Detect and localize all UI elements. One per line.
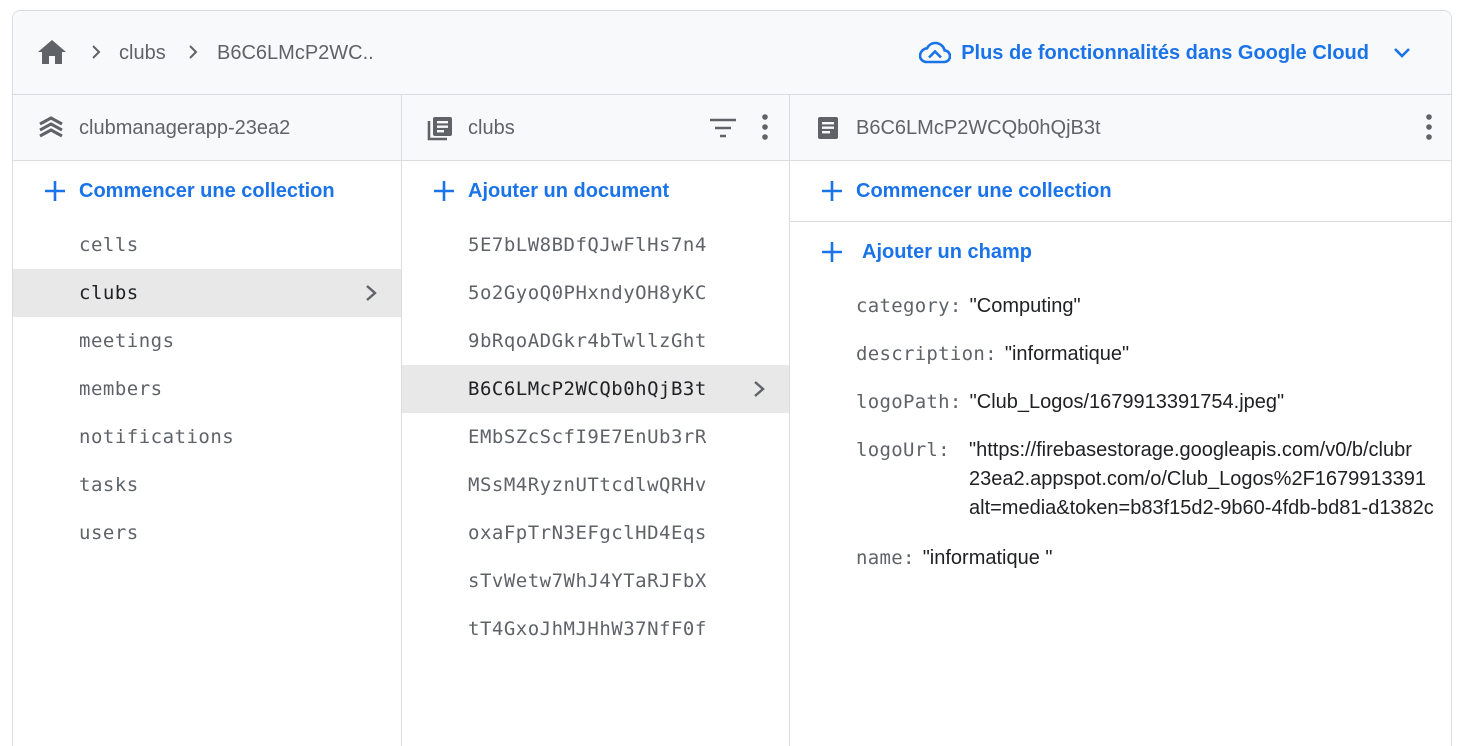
- list-item-label: notifications: [79, 426, 235, 448]
- field-key: name:: [856, 547, 915, 569]
- collection-item-users[interactable]: users: [13, 509, 401, 557]
- start-collection-label: Commencer une collection: [79, 179, 335, 202]
- field-logourl[interactable]: logoUrl:: [856, 439, 950, 462]
- plus-icon: [822, 181, 842, 201]
- breadcrumb-item-document[interactable]: B6C6LMcP2WC..: [217, 42, 374, 65]
- list-item-label: cells: [79, 234, 139, 256]
- logourl-line: "https://firebasestorage.googleapis.com/…: [969, 439, 1412, 461]
- collection-icon: [427, 117, 452, 141]
- project-title: clubmanagerapp-23ea2: [79, 117, 291, 139]
- logourl-line: alt=media&token=b83f15d2-9b60-4fdb-bd81-…: [969, 497, 1434, 519]
- list-item-label: members: [79, 378, 163, 400]
- list-item-label: oxaFpTrN3EFgclHD4Eqs: [468, 522, 707, 544]
- google-cloud-link[interactable]: Plus de fonctionnalités dans Google Clou…: [919, 37, 1413, 69]
- top-bar: clubs B6C6LMcP2WC.. Plus de fonctionnali…: [13, 11, 1451, 95]
- chevron-right-icon: [754, 381, 765, 397]
- document-panel-header: B6C6LMcP2WCQb0hQjB3t: [790, 95, 1451, 161]
- field-key: description:: [856, 343, 997, 365]
- logourl-value: "https://firebasestorage.googleapis.com/…: [969, 436, 1434, 523]
- collection-item-tasks[interactable]: tasks: [13, 461, 401, 509]
- firestore-stack-icon: [39, 116, 63, 138]
- list-item-label: users: [79, 522, 139, 544]
- list-item-label: 5o2GyoQ0PHxndyOH8yKC: [468, 282, 707, 304]
- chevron-down-icon[interactable]: [1391, 42, 1413, 64]
- list-item-label: meetings: [79, 330, 175, 352]
- document-panel: B6C6LMcP2WCQb0hQjB3t Commencer une colle…: [790, 95, 1451, 746]
- collection-item-clubs[interactable]: clubs: [13, 269, 401, 317]
- field-key: logoPath:: [856, 391, 962, 413]
- list-item-label: 9bRqoADGkr4bTwllzGht: [468, 330, 707, 352]
- document-title: B6C6LMcP2WCQb0hQjB3t: [856, 117, 1101, 139]
- logourl-line: 23ea2.appspot.com/o/Club_Logos%2F1679913…: [969, 468, 1427, 490]
- field-key: logoUrl:: [856, 439, 950, 461]
- list-item-label: 5E7bLW8BDfQJwFlHs7n4: [468, 234, 707, 256]
- field-value: "Club_Logos/1679913391754.jpeg": [969, 391, 1285, 413]
- root-panel-header: clubmanagerapp-23ea2: [13, 95, 401, 161]
- document-item[interactable]: 9bRqoADGkr4bTwllzGht: [402, 317, 789, 365]
- start-collection-button[interactable]: Commencer une collection: [13, 161, 401, 221]
- collection-item-cells[interactable]: cells: [13, 221, 401, 269]
- add-field-label: Ajouter un champ: [862, 240, 1033, 263]
- plus-icon: [434, 181, 454, 201]
- field-value: "Computing": [969, 295, 1081, 317]
- cloud-icon: [919, 41, 952, 64]
- document-item[interactable]: tT4GxoJhMJHhW37NfF0f: [402, 605, 789, 653]
- add-document-label: Ajouter un document: [468, 179, 670, 202]
- document-item[interactable]: 5E7bLW8BDfQJwFlHs7n4: [402, 221, 789, 269]
- plus-icon: [822, 242, 842, 262]
- list-item-label: B6C6LMcP2WCQb0hQjB3t: [468, 378, 707, 400]
- field-key: category:: [856, 295, 962, 317]
- filter-icon[interactable]: [709, 116, 737, 140]
- collection-item-meetings[interactable]: meetings: [13, 317, 401, 365]
- google-cloud-link-label: Plus de fonctionnalités dans Google Clou…: [961, 41, 1369, 64]
- collection-panel: clubs Ajouter un document 5E7bLW8BDfQJwF…: [402, 95, 790, 746]
- collection-title: clubs: [468, 117, 515, 139]
- chevron-right-icon: [189, 45, 198, 59]
- chevron-right-icon: [366, 285, 377, 301]
- add-document-button[interactable]: Ajouter un document: [402, 161, 789, 221]
- collection-panel-header: clubs: [402, 95, 789, 161]
- list-item-label: sTvWetw7WhJ4YTaRJFbX: [468, 570, 707, 592]
- plus-icon: [45, 181, 65, 201]
- field-value: "informatique": [1004, 343, 1130, 365]
- field-category[interactable]: category: "Computing": [856, 295, 1081, 318]
- document-item[interactable]: EMbSZcScfI9E7EnUb3rR: [402, 413, 789, 461]
- root-panel: clubmanagerapp-23ea2 Commencer une colle…: [13, 95, 402, 746]
- document-item[interactable]: MSsM4RyznUTtcdlwQRHv: [402, 461, 789, 509]
- list-item-label: EMbSZcScfI9E7EnUb3rR: [468, 426, 707, 448]
- list-item-label: MSsM4RyznUTtcdlwQRHv: [468, 474, 707, 496]
- collection-item-notifications[interactable]: notifications: [13, 413, 401, 461]
- list-item-label: tasks: [79, 474, 139, 496]
- document-item[interactable]: oxaFpTrN3EFgclHD4Eqs: [402, 509, 789, 557]
- more-vert-icon[interactable]: [1423, 113, 1435, 141]
- add-field-button[interactable]: Ajouter un champ: [790, 222, 1451, 282]
- start-subcollection-label: Commencer une collection: [856, 179, 1112, 202]
- chevron-right-icon: [92, 45, 101, 59]
- breadcrumb-item-clubs[interactable]: clubs: [119, 42, 166, 65]
- field-description[interactable]: description: "informatique": [856, 343, 1129, 366]
- field-name[interactable]: name: "informatique ": [856, 547, 1053, 570]
- list-item-label: clubs: [79, 282, 139, 304]
- more-vert-icon[interactable]: [759, 113, 771, 141]
- list-item-label: tT4GxoJhMJHhW37NfF0f: [468, 618, 707, 640]
- start-subcollection-button[interactable]: Commencer une collection: [790, 161, 1451, 221]
- field-value: "informatique ": [922, 547, 1053, 569]
- document-icon: [818, 117, 838, 139]
- collection-item-members[interactable]: members: [13, 365, 401, 413]
- field-logopath[interactable]: logoPath: "Club_Logos/1679913391754.jpeg": [856, 391, 1284, 414]
- document-item[interactable]: 5o2GyoQ0PHxndyOH8yKC: [402, 269, 789, 317]
- firestore-viewer: clubs B6C6LMcP2WC.. Plus de fonctionnali…: [12, 10, 1452, 746]
- home-icon[interactable]: [37, 39, 67, 65]
- document-item-selected[interactable]: B6C6LMcP2WCQb0hQjB3t: [402, 365, 789, 413]
- document-item[interactable]: sTvWetw7WhJ4YTaRJFbX: [402, 557, 789, 605]
